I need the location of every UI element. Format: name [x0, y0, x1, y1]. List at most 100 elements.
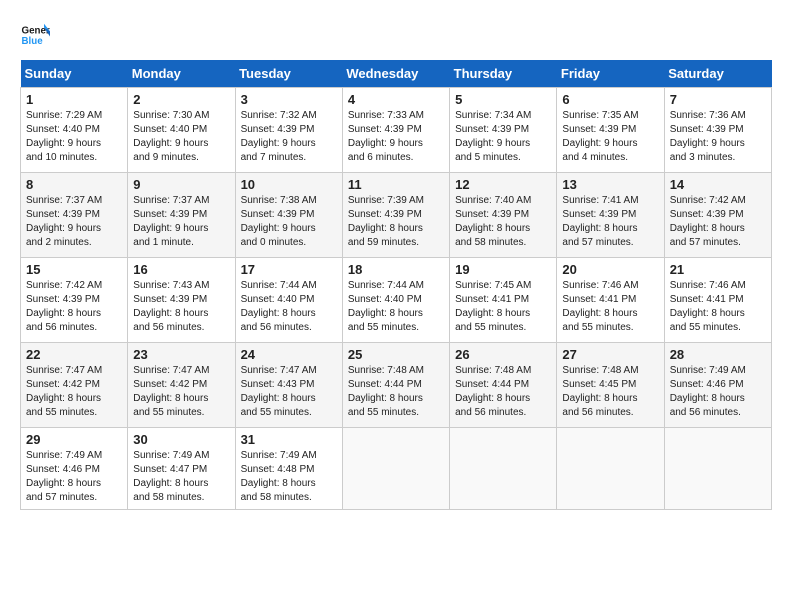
day-number: 16: [133, 262, 229, 277]
col-header-sunday: Sunday: [21, 60, 128, 88]
cell-info: Sunrise: 7:39 AM Sunset: 4:39 PM Dayligh…: [348, 194, 444, 250]
cell-info: Sunrise: 7:48 AM Sunset: 4:45 PM Dayligh…: [562, 364, 658, 420]
day-number: 8: [26, 177, 122, 192]
calendar-cell: 11 Sunrise: 7:39 AM Sunset: 4:39 PM Dayli…: [342, 173, 449, 258]
day-number: 19: [455, 262, 551, 277]
cell-info: Sunrise: 7:46 AM Sunset: 4:41 PM Dayligh…: [670, 279, 766, 335]
cell-info: Sunrise: 7:42 AM Sunset: 4:39 PM Dayligh…: [670, 194, 766, 250]
day-number: 12: [455, 177, 551, 192]
calendar-cell: [557, 428, 664, 510]
calendar-cell: [342, 428, 449, 510]
calendar-cell: 28 Sunrise: 7:49 AM Sunset: 4:46 PM Dayli…: [664, 343, 771, 428]
col-header-thursday: Thursday: [450, 60, 557, 88]
col-header-tuesday: Tuesday: [235, 60, 342, 88]
calendar-cell: 16 Sunrise: 7:43 AM Sunset: 4:39 PM Dayli…: [128, 258, 235, 343]
cell-info: Sunrise: 7:47 AM Sunset: 4:43 PM Dayligh…: [241, 364, 337, 420]
cell-info: Sunrise: 7:42 AM Sunset: 4:39 PM Dayligh…: [26, 279, 122, 335]
cell-info: Sunrise: 7:49 AM Sunset: 4:48 PM Dayligh…: [241, 449, 337, 505]
calendar-cell: 15 Sunrise: 7:42 AM Sunset: 4:39 PM Dayli…: [21, 258, 128, 343]
page-header: General Blue: [20, 20, 772, 50]
day-number: 24: [241, 347, 337, 362]
calendar-cell: 19 Sunrise: 7:45 AM Sunset: 4:41 PM Dayli…: [450, 258, 557, 343]
cell-info: Sunrise: 7:43 AM Sunset: 4:39 PM Dayligh…: [133, 279, 229, 335]
day-number: 15: [26, 262, 122, 277]
cell-info: Sunrise: 7:29 AM Sunset: 4:40 PM Dayligh…: [26, 109, 122, 165]
cell-info: Sunrise: 7:44 AM Sunset: 4:40 PM Dayligh…: [241, 279, 337, 335]
calendar-cell: 18Sunrise: 7:44 AM Sunset: 4:40 PM Dayli…: [342, 258, 449, 343]
cell-info: Sunrise: 7:32 AM Sunset: 4:39 PM Dayligh…: [241, 109, 337, 165]
cell-info: Sunrise: 7:48 AM Sunset: 4:44 PM Dayligh…: [348, 364, 444, 420]
calendar-cell: 17 Sunrise: 7:44 AM Sunset: 4:40 PM Dayli…: [235, 258, 342, 343]
calendar-cell: 5 Sunrise: 7:34 AM Sunset: 4:39 PM Daylig…: [450, 88, 557, 173]
day-number: 4: [348, 92, 444, 107]
day-number: 2: [133, 92, 229, 107]
calendar-cell: 23 Sunrise: 7:47 AM Sunset: 4:42 PM Dayli…: [128, 343, 235, 428]
day-number: 13: [562, 177, 658, 192]
cell-info: Sunrise: 7:41 AM Sunset: 4:39 PM Dayligh…: [562, 194, 658, 250]
day-number: 1: [26, 92, 122, 107]
cell-info: Sunrise: 7:35 AM Sunset: 4:39 PM Dayligh…: [562, 109, 658, 165]
cell-info: Sunrise: 7:46 AM Sunset: 4:41 PM Dayligh…: [562, 279, 658, 335]
cell-info: Sunrise: 7:47 AM Sunset: 4:42 PM Dayligh…: [133, 364, 229, 420]
calendar-cell: 27 Sunrise: 7:48 AM Sunset: 4:45 PM Dayli…: [557, 343, 664, 428]
day-number: 30: [133, 432, 229, 447]
svg-text:Blue: Blue: [22, 36, 44, 47]
calendar-cell: 24 Sunrise: 7:47 AM Sunset: 4:43 PM Dayli…: [235, 343, 342, 428]
calendar-cell: [450, 428, 557, 510]
calendar-cell: 22 Sunrise: 7:47 AM Sunset: 4:42 PM Dayli…: [21, 343, 128, 428]
calendar-cell: 2Sunrise: 7:30 AM Sunset: 4:40 PM Daylig…: [128, 88, 235, 173]
cell-info: Sunrise: 7:33 AM Sunset: 4:39 PM Dayligh…: [348, 109, 444, 165]
cell-info: Sunrise: 7:38 AM Sunset: 4:39 PM Dayligh…: [241, 194, 337, 250]
calendar-cell: 6 Sunrise: 7:35 AM Sunset: 4:39 PM Daylig…: [557, 88, 664, 173]
day-number: 6: [562, 92, 658, 107]
calendar-cell: 31 Sunrise: 7:49 AM Sunset: 4:48 PM Dayli…: [235, 428, 342, 510]
cell-info: Sunrise: 7:49 AM Sunset: 4:47 PM Dayligh…: [133, 449, 229, 505]
calendar-cell: 25 Sunrise: 7:48 AM Sunset: 4:44 PM Dayli…: [342, 343, 449, 428]
cell-info: Sunrise: 7:49 AM Sunset: 4:46 PM Dayligh…: [670, 364, 766, 420]
day-number: 28: [670, 347, 766, 362]
calendar-cell: 9Sunrise: 7:37 AM Sunset: 4:39 PM Daylig…: [128, 173, 235, 258]
calendar-header-row: SundayMondayTuesdayWednesdayThursdayFrid…: [21, 60, 772, 88]
day-number: 10: [241, 177, 337, 192]
calendar-cell: 7 Sunrise: 7:36 AM Sunset: 4:39 PM Daylig…: [664, 88, 771, 173]
calendar-table: SundayMondayTuesdayWednesdayThursdayFrid…: [20, 60, 772, 510]
day-number: 25: [348, 347, 444, 362]
day-number: 14: [670, 177, 766, 192]
day-number: 3: [241, 92, 337, 107]
cell-info: Sunrise: 7:37 AM Sunset: 4:39 PM Dayligh…: [133, 194, 229, 250]
cell-info: Sunrise: 7:47 AM Sunset: 4:42 PM Dayligh…: [26, 364, 122, 420]
day-number: 23: [133, 347, 229, 362]
day-number: 5: [455, 92, 551, 107]
day-number: 27: [562, 347, 658, 362]
col-header-friday: Friday: [557, 60, 664, 88]
day-number: 7: [670, 92, 766, 107]
day-number: 17: [241, 262, 337, 277]
cell-info: Sunrise: 7:49 AM Sunset: 4:46 PM Dayligh…: [26, 449, 122, 505]
day-number: 11: [348, 177, 444, 192]
logo-icon: General Blue: [20, 20, 50, 50]
calendar-cell: 14 Sunrise: 7:42 AM Sunset: 4:39 PM Dayli…: [664, 173, 771, 258]
logo: General Blue: [20, 20, 50, 50]
cell-info: Sunrise: 7:40 AM Sunset: 4:39 PM Dayligh…: [455, 194, 551, 250]
calendar-cell: 3 Sunrise: 7:32 AM Sunset: 4:39 PM Daylig…: [235, 88, 342, 173]
col-header-saturday: Saturday: [664, 60, 771, 88]
col-header-wednesday: Wednesday: [342, 60, 449, 88]
calendar-cell: 20 Sunrise: 7:46 AM Sunset: 4:41 PM Dayli…: [557, 258, 664, 343]
day-number: 21: [670, 262, 766, 277]
calendar-cell: 1 Sunrise: 7:29 AM Sunset: 4:40 PM Daylig…: [21, 88, 128, 173]
calendar-cell: [664, 428, 771, 510]
calendar-cell: 10 Sunrise: 7:38 AM Sunset: 4:39 PM Dayli…: [235, 173, 342, 258]
calendar-cell: 26Sunrise: 7:48 AM Sunset: 4:44 PM Dayli…: [450, 343, 557, 428]
cell-info: Sunrise: 7:37 AM Sunset: 4:39 PM Dayligh…: [26, 194, 122, 250]
day-number: 20: [562, 262, 658, 277]
day-number: 31: [241, 432, 337, 447]
day-number: 26: [455, 347, 551, 362]
col-header-monday: Monday: [128, 60, 235, 88]
day-number: 22: [26, 347, 122, 362]
cell-info: Sunrise: 7:34 AM Sunset: 4:39 PM Dayligh…: [455, 109, 551, 165]
calendar-cell: 21 Sunrise: 7:46 AM Sunset: 4:41 PM Dayli…: [664, 258, 771, 343]
cell-info: Sunrise: 7:45 AM Sunset: 4:41 PM Dayligh…: [455, 279, 551, 335]
cell-info: Sunrise: 7:36 AM Sunset: 4:39 PM Dayligh…: [670, 109, 766, 165]
calendar-cell: 8 Sunrise: 7:37 AM Sunset: 4:39 PM Daylig…: [21, 173, 128, 258]
calendar-cell: 29Sunrise: 7:49 AM Sunset: 4:46 PM Dayli…: [21, 428, 128, 510]
